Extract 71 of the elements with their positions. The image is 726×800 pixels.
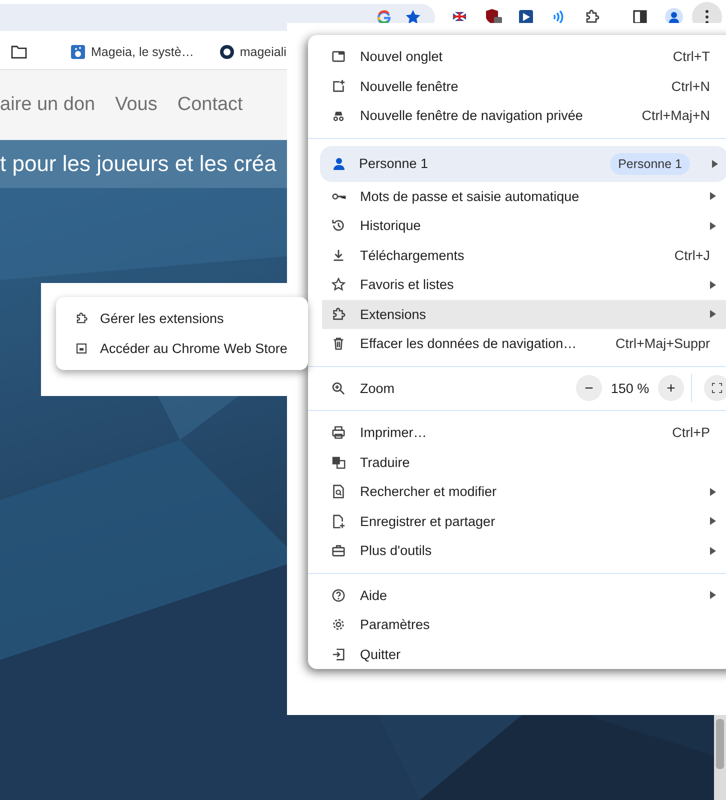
bookmark-link[interactable]: Mageia, le systè…: [91, 45, 194, 59]
menu-item[interactable]: Aide: [308, 580, 726, 610]
menu-item[interactable]: Traduire: [308, 448, 726, 477]
fullscreen-icon: [712, 383, 722, 394]
menu-item[interactable]: Quitter: [308, 640, 726, 669]
translate-icon: [331, 454, 346, 470]
menu-item[interactable]: Historique: [308, 211, 726, 240]
zoom-label: Zoom: [360, 380, 396, 396]
menu-item[interactable]: Favoris et listes: [308, 270, 726, 300]
menu-item[interactable]: Plus d'outils: [308, 536, 726, 566]
menu-item[interactable]: Gérer les extensions: [56, 304, 308, 334]
menu-item[interactable]: Rechercher et modifier: [308, 477, 726, 506]
nav-link[interactable]: Contact: [177, 94, 243, 116]
submenu-arrow-icon: [710, 310, 716, 318]
trash-icon: [331, 336, 346, 352]
profile-item[interactable]: Personne 1 Personne 1: [320, 146, 726, 182]
bookmark-star-icon[interactable]: [405, 9, 421, 25]
menu-item[interactable]: Nouvel onglet Ctrl+T: [308, 42, 726, 72]
history-icon: [331, 218, 346, 234]
menu-item[interactable]: Enregistrer et partager: [308, 506, 726, 536]
google-icon: [377, 9, 391, 25]
menu-item[interactable]: Nouvelle fenêtre Ctrl+N: [308, 72, 726, 101]
exit-icon: [331, 646, 346, 662]
shield-icon[interactable]: [485, 9, 503, 25]
folder-icon[interactable]: [11, 45, 27, 59]
save-page-icon: [331, 514, 346, 529]
hero-heading: t pour les joueurs et les créa: [0, 151, 276, 177]
printer-icon: [331, 425, 346, 440]
new-window-icon: [331, 78, 346, 94]
submenu-arrow-icon: [710, 546, 716, 555]
submenu-arrow-icon: [710, 488, 716, 496]
menu-item[interactable]: Extensions: [322, 300, 726, 329]
toolbox-icon: [331, 543, 346, 558]
zoom-level: 150 %: [610, 380, 650, 396]
bookmark-link[interactable]: mageiali: [240, 45, 286, 59]
favicon-icon: [220, 45, 234, 59]
nav-link[interactable]: aire un don: [0, 94, 96, 116]
star-icon: [331, 277, 346, 292]
tab-icon: [331, 49, 346, 64]
submenu-arrow-icon: [710, 222, 716, 230]
submenu-arrow-icon: [710, 517, 716, 526]
scrollbar[interactable]: [714, 715, 726, 800]
person-icon: [330, 156, 346, 172]
download-icon: [331, 248, 346, 263]
menu-item[interactable]: Effacer les données de navigation… Ctrl+Maj+Suppr: [308, 329, 726, 358]
puzzle-icon[interactable]: [584, 9, 600, 25]
fullscreen-button[interactable]: [704, 375, 726, 402]
favicon-icon: [71, 45, 85, 59]
menu-item[interactable]: Téléchargements Ctrl+J: [308, 240, 726, 270]
submenu-arrow-icon: [710, 192, 716, 200]
zoom-icon: [331, 380, 346, 396]
store-icon: [75, 342, 88, 355]
submenu-arrow-icon: [712, 160, 718, 168]
puzzle-icon: [75, 312, 88, 326]
play-icon[interactable]: [518, 9, 534, 25]
settings-icon: [331, 617, 346, 632]
menu-item[interactable]: Imprimer… Ctrl+P: [308, 418, 726, 448]
zoom-in-button[interactable]: +: [658, 375, 684, 402]
menu-item[interactable]: Mots de passe et saisie automatique: [308, 182, 726, 211]
menu-item[interactable]: Accéder au Chrome Web Store: [56, 334, 308, 363]
zoom-out-button[interactable]: −: [576, 375, 602, 402]
submenu-arrow-icon: [710, 591, 716, 600]
submenu-arrow-icon: [710, 280, 716, 289]
nav-link[interactable]: Vous: [115, 94, 158, 116]
help-icon: [331, 588, 346, 603]
menu-item[interactable]: Nouvelle fenêtre de navigation privée Ctrl+Maj+N: [308, 101, 726, 130]
find-page-icon: [331, 484, 346, 500]
menu-item[interactable]: Paramètres: [308, 610, 726, 640]
side-panel-icon[interactable]: [632, 9, 648, 25]
puzzle-icon: [331, 306, 346, 322]
profile-badge: Personne 1: [610, 152, 690, 174]
